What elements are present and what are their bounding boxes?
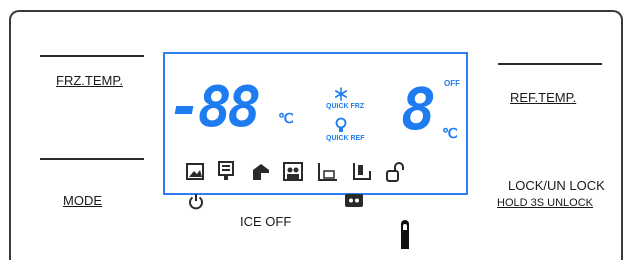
ref-temp-button[interactable]: REF.TEMP. [510,90,576,105]
fuzzy-icon [318,163,337,181]
lock-unlock-label[interactable]: LOCK/UN LOCK [508,178,605,193]
child-lock-icon [345,194,363,207]
quick-ref-label: QUICK REF [326,135,365,142]
fridge-unit: ℃ [442,125,458,141]
divider-line [40,55,144,57]
snowflake-icon [334,87,347,101]
menu-icon [218,161,234,180]
divider-line [40,158,144,160]
fridge-temp-digit: 8 [401,75,436,143]
freezer-temp-digits: -88 [168,75,261,140]
mode-button[interactable]: MODE [63,193,102,208]
party-icon [283,162,303,181]
ice-off-label: ICE OFF [240,214,292,229]
picture-icon [186,163,204,180]
finger-icon [401,220,409,249]
holiday-icon [353,163,371,180]
ice-off-icon [253,164,269,180]
power-icon [189,194,203,210]
frz-temp-button[interactable]: FRZ.TEMP. [56,73,123,88]
quick-frz-label: QUICK FRZ [326,103,365,110]
freezer-unit: ℃ [278,110,294,126]
lock-icon [386,162,404,182]
bulb-icon [335,117,347,132]
hold-unlock-label: HOLD 3S UNLOCK [497,197,593,209]
divider-line [498,63,602,65]
off-label: OFF [444,79,460,88]
